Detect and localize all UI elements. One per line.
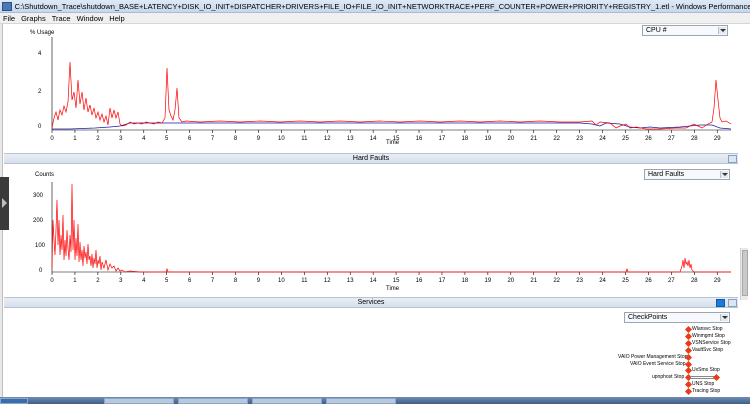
hard-faults-xtick-label: 22: [553, 278, 560, 284]
hard-faults-xtick-label: 19: [485, 278, 492, 284]
cpu-xtick-label: 16: [416, 136, 423, 142]
hard-faults-xtick-label: 5: [165, 278, 169, 284]
cpu-xtick-label: 26: [645, 136, 652, 142]
checkpoints-selector[interactable]: CheckPoints: [624, 312, 730, 323]
checkpoint-label: Tracing Stop: [692, 388, 721, 394]
cpu-xtick-label: 13: [347, 136, 354, 142]
cpu-xtick-label: 9: [257, 136, 261, 142]
collapse-graph-button[interactable]: [728, 299, 737, 307]
checkpoint-label: Wlansvc Stop: [692, 326, 723, 332]
hard-faults-xtick-label: 21: [530, 278, 537, 284]
hard-faults-xtick-label: 25: [622, 278, 629, 284]
checkpoint-label: Winmgmt Stop: [692, 333, 725, 339]
cpu-xtick-label: 1: [73, 136, 77, 142]
cpu-usage-graph[interactable]: 0 1 2 3 4 5 6 7 8 9 10 11 12 13 14 15 16 17 18 19 20 21 22 23 24…: [0, 0, 750, 160]
cpu-xtick-label: 28: [691, 136, 698, 142]
cpu-xlabel: Time: [386, 140, 400, 146]
cpu-xtick-label: 20: [507, 136, 514, 142]
services-title: Services: [357, 299, 385, 306]
checkpoint-marker[interactable]: [684, 387, 693, 396]
cpu-xtick-label: 17: [439, 136, 446, 142]
taskbar: [0, 397, 750, 404]
cpu-xtick-label: 25: [622, 136, 629, 142]
checkpoint-label: UxSms Stop: [692, 367, 720, 373]
cpu-xtick-label: 5: [165, 136, 169, 142]
hard-faults-graph[interactable]: 0 1 2 3 4 5 6 7 8 9 10 11 12 13 14 15 16 17 18 19 20 21 22 23 24…: [0, 160, 750, 300]
checkpoint-label: VSNService Stop: [692, 340, 731, 346]
taskbar-item[interactable]: [104, 398, 174, 404]
hard-faults-xtick-label: 20: [507, 278, 514, 284]
scrollbar-thumb[interactable]: [742, 250, 748, 296]
hard-faults-xtick-label: 0: [50, 278, 54, 284]
hard-faults-xtick-label: 16: [416, 278, 423, 284]
checkpoint-label: UNS Stop: [692, 381, 715, 387]
taskbar-item[interactable]: [326, 398, 396, 404]
graph-options-button[interactable]: [716, 299, 725, 307]
hard-faults-xtick-label: 10: [278, 278, 285, 284]
cpu-xtick-label: 6: [188, 136, 192, 142]
hard-faults-xlabel: Time: [386, 286, 400, 292]
hard-faults-xtick-label: 24: [599, 278, 606, 284]
hard-faults-xtick-label: 9: [257, 278, 261, 284]
hard-faults-xtick-label: 13: [347, 278, 354, 284]
checkpoint-label: VAIO Event Service Stop: [630, 361, 686, 367]
cpu-xtick-label: 24: [599, 136, 606, 142]
hard-faults-xtick-label: 11: [301, 278, 308, 284]
hard-faults-xtick-label: 18: [462, 278, 469, 284]
start-button[interactable]: [0, 398, 28, 404]
cpu-xtick-label: 0: [50, 136, 54, 142]
cpu-xtick-label: 23: [576, 136, 583, 142]
vertical-scrollbar[interactable]: [740, 248, 748, 300]
cpu-xtick-label: 12: [324, 136, 331, 142]
hard-faults-xtick-label: 23: [576, 278, 583, 284]
checkpoint-label: VaultSvc Stop: [692, 347, 724, 353]
hard-faults-xtick-label: 26: [645, 278, 652, 284]
hard-faults-xtick-label: 28: [691, 278, 698, 284]
hard-faults-xtick-label: 29: [714, 278, 721, 284]
checkpoint-label: VAIO Power Management Stop: [618, 354, 688, 360]
cpu-xtick-label: 29: [714, 136, 721, 142]
hard-faults-xtick-label: 14: [370, 278, 377, 284]
cpu-xtick-label: 3: [119, 136, 123, 142]
cpu-xtick-label: 4: [142, 136, 146, 142]
cpu-xtick-label: 8: [234, 136, 238, 142]
hard-faults-xtick-label: 2: [96, 278, 100, 284]
hard-faults-xtick-label: 15: [393, 278, 400, 284]
hard-faults-xtick-label: 17: [439, 278, 446, 284]
hard-faults-xtick-label: 3: [119, 278, 123, 284]
cpu-xtick-label: 19: [485, 136, 492, 142]
checkpoint-label: upnphost Stop: [652, 374, 685, 380]
taskbar-item[interactable]: [252, 398, 322, 404]
cpu-xtick-label: 7: [211, 136, 215, 142]
cpu-xtick-label: 2: [96, 136, 100, 142]
hard-faults-xtick-label: 8: [234, 278, 238, 284]
hard-faults-xtick-label: 12: [324, 278, 331, 284]
checkpoints-selector-value: CheckPoints: [628, 314, 668, 321]
hard-faults-xtick-label: 4: [142, 278, 146, 284]
cpu-xtick-label: 10: [278, 136, 285, 142]
cpu-xtick-label: 11: [301, 136, 308, 142]
cpu-xtick-label: 21: [530, 136, 537, 142]
hard-faults-xtick-label: 7: [211, 278, 215, 284]
services-header: Services: [4, 297, 738, 308]
hard-faults-xtick-label: 6: [188, 278, 192, 284]
cpu-xtick-label: 22: [553, 136, 560, 142]
cpu-xtick-label: 14: [370, 136, 377, 142]
chevron-down-icon: [720, 314, 728, 321]
cpu-xtick-label: 27: [668, 136, 675, 142]
hard-faults-xtick-label: 27: [668, 278, 675, 284]
hard-faults-xtick-label: 1: [73, 278, 77, 284]
taskbar-item[interactable]: [178, 398, 248, 404]
cpu-xtick-label: 18: [462, 136, 469, 142]
checkpoint-marker[interactable]: [712, 373, 721, 382]
